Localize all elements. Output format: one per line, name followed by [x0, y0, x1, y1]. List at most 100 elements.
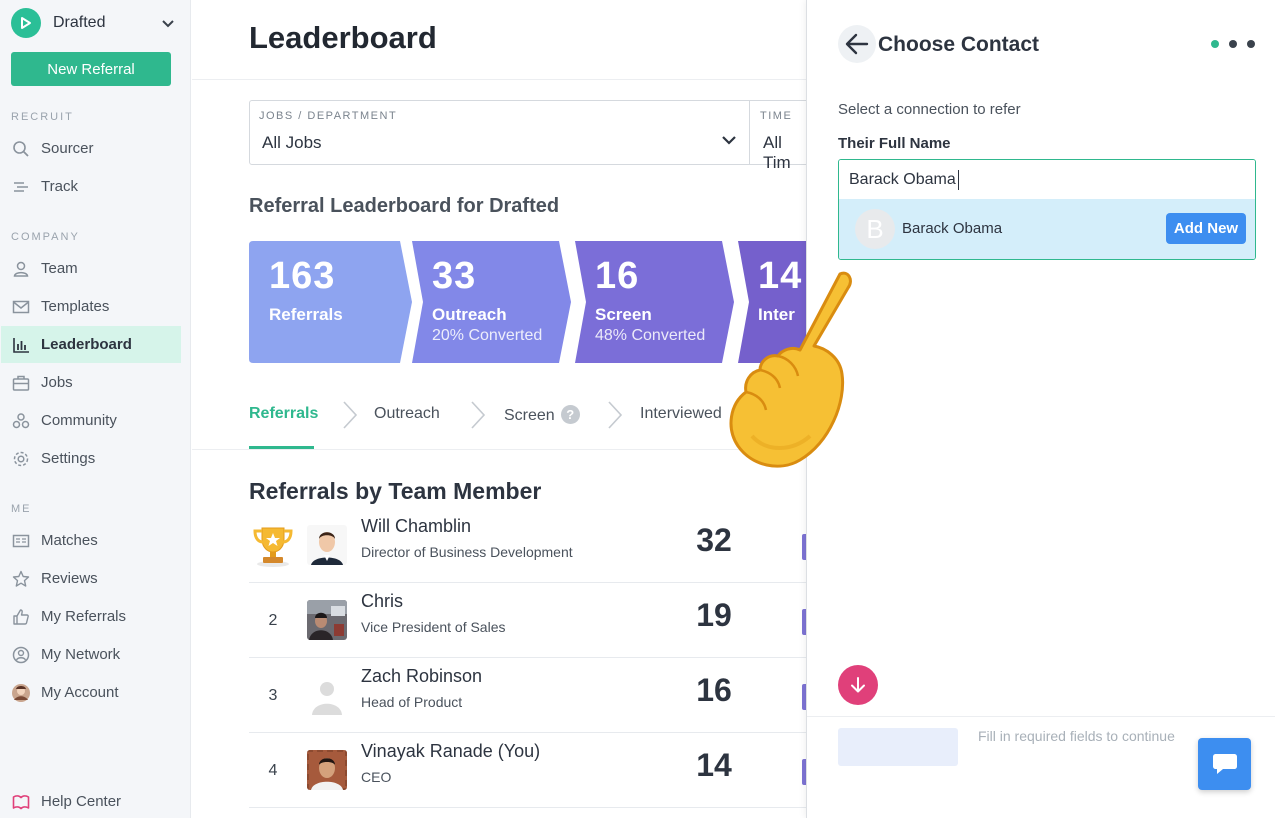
required-fields-hint: Fill in required fields to continue: [978, 728, 1175, 744]
sidebar-item-track[interactable]: Track: [1, 168, 181, 205]
jobs-department-select[interactable]: JOBS / DEPARTMENT All Jobs: [250, 101, 750, 164]
contact-suggestion[interactable]: B Barack Obama Add New: [839, 199, 1255, 259]
sidebar-item-label: Templates: [41, 298, 110, 315]
funnel-number: 16: [595, 255, 640, 297]
arrow-left-icon: [845, 33, 869, 55]
sidebar-item-label: Community: [41, 412, 117, 429]
time-caption: TIME: [760, 110, 793, 122]
sidebar-item-sourcer[interactable]: Sourcer: [1, 130, 181, 167]
contact-initial-avatar: B: [855, 209, 895, 249]
section-label-me: ME: [11, 503, 32, 515]
scroll-down-button[interactable]: [838, 665, 878, 705]
chat-button[interactable]: [1198, 738, 1251, 790]
funnel-label: Referrals: [269, 305, 343, 324]
team-section-title: Referrals by Team Member: [249, 478, 542, 504]
contact-suggestion-name: Barack Obama: [902, 220, 1003, 237]
funnel-card-screen[interactable]: 16 Screen 48% Converted: [575, 241, 735, 363]
sidebar-item-my-account[interactable]: My Account: [1, 674, 181, 711]
sidebar-item-team[interactable]: Team: [1, 250, 181, 287]
card-icon: [11, 531, 31, 551]
add-new-button[interactable]: Add New: [1166, 213, 1246, 244]
track-lines-icon: [11, 177, 31, 197]
sidebar: Drafted New Referral RECRUIT Sourcer Tra…: [0, 0, 191, 818]
avatar: [307, 675, 347, 715]
next-button[interactable]: Next: [838, 728, 958, 766]
table-row[interactable]: 4 Vinayak Ranade (You) CEO 14: [249, 733, 812, 808]
tab-screen-label: Screen: [504, 407, 555, 424]
arrow-down-icon: [851, 677, 865, 693]
help-icon[interactable]: ?: [560, 405, 580, 424]
sidebar-item-leaderboard[interactable]: Leaderboard: [1, 326, 181, 363]
time-select[interactable]: TIME All Tim: [751, 101, 811, 172]
tab-interviewed[interactable]: Interviewed: [640, 405, 722, 423]
member-name[interactable]: Will Chamblin: [361, 516, 471, 537]
member-name[interactable]: Chris: [361, 591, 403, 612]
member-name[interactable]: Vinayak Ranade (You): [361, 741, 540, 762]
sidebar-item-my-network[interactable]: My Network: [1, 636, 181, 673]
page-title: Leaderboard: [249, 20, 437, 55]
member-name[interactable]: Zach Robinson: [361, 666, 482, 687]
member-rank: 2: [268, 611, 278, 629]
table-row[interactable]: 2 Chris Vice President of Sales 19: [249, 583, 812, 658]
member-rank: 3: [268, 686, 278, 704]
help-center-label: Help Center: [41, 793, 122, 810]
sidebar-item-matches[interactable]: Matches: [1, 522, 181, 559]
chevron-down-icon: [721, 133, 737, 151]
account-avatar: [11, 683, 31, 703]
footer-divider: [807, 716, 1275, 717]
sidebar-item-label: My Referrals: [41, 608, 127, 625]
section-label-company: COMPANY: [11, 231, 80, 243]
tab-outreach[interactable]: Outreach: [374, 405, 440, 423]
new-referral-button[interactable]: New Referral: [11, 52, 171, 86]
funnel-card-outreach[interactable]: 33 Outreach 20% Converted: [412, 241, 572, 363]
member-role: Director of Business Development: [361, 544, 573, 560]
funnel-number: 163: [269, 255, 336, 297]
member-rank: 4: [268, 761, 278, 779]
table-row[interactable]: Will Chamblin Director of Business Devel…: [249, 508, 812, 583]
tab-screen[interactable]: Screen?: [504, 405, 580, 425]
jobs-department-caption: JOBS / DEPARTMENT: [259, 110, 398, 122]
sidebar-item-label: Sourcer: [41, 140, 94, 157]
sidebar-item-label: Settings: [41, 450, 96, 467]
briefcase-icon: [11, 373, 31, 393]
sidebar-item-community[interactable]: Community: [1, 402, 181, 439]
step-indicator: [1211, 40, 1255, 48]
member-role: Vice President of Sales: [361, 619, 506, 635]
table-row[interactable]: 3 Zach Robinson Head of Product 16: [249, 658, 812, 733]
sidebar-item-reviews[interactable]: Reviews: [1, 560, 181, 597]
jobs-department-value: All Jobs: [262, 133, 322, 152]
panel-title: Choose Contact: [878, 33, 1040, 56]
avatar: [307, 750, 347, 790]
sidebar-item-label: Team: [41, 260, 78, 277]
main-content: Leaderboard JOBS / DEPARTMENT All Jobs T…: [192, 0, 812, 818]
step-dot-active: [1211, 40, 1219, 48]
drafted-logo-icon: [11, 8, 41, 38]
funnel-converted: 20% Converted: [432, 327, 543, 344]
user-circle-icon: [11, 645, 31, 665]
full-name-input[interactable]: [839, 160, 1255, 199]
sidebar-item-label: Track: [41, 178, 78, 195]
leaderboard-subtitle: Referral Leaderboard for Drafted: [249, 195, 560, 217]
funnel-converted: 48% Converted: [595, 327, 706, 344]
tab-referrals[interactable]: Referrals: [249, 405, 318, 423]
avatar: [307, 525, 347, 565]
bar-chart-icon: [11, 335, 31, 355]
chevron-down-icon[interactable]: [161, 16, 175, 34]
trophy-icon: [249, 508, 297, 583]
panel-description: Select a connection to refer: [838, 101, 1021, 118]
member-referral-count: 19: [696, 597, 732, 633]
funnel-card-referrals[interactable]: 163 Referrals: [249, 241, 412, 363]
sidebar-item-jobs[interactable]: Jobs: [1, 364, 181, 401]
search-icon: [11, 139, 31, 159]
help-center-link[interactable]: Help Center: [1, 783, 181, 818]
chevron-right-icon: [471, 401, 486, 429]
sidebar-item-settings[interactable]: Settings: [1, 440, 181, 477]
funnel-label: Screen: [595, 305, 652, 324]
sidebar-item-my-referrals[interactable]: My Referrals: [1, 598, 181, 635]
person-icon: [11, 259, 31, 279]
back-button[interactable]: [838, 25, 876, 63]
header-divider: [192, 79, 807, 80]
workspace-switcher[interactable]: Drafted: [11, 8, 181, 38]
chevron-right-icon: [343, 401, 358, 429]
sidebar-item-templates[interactable]: Templates: [1, 288, 181, 325]
